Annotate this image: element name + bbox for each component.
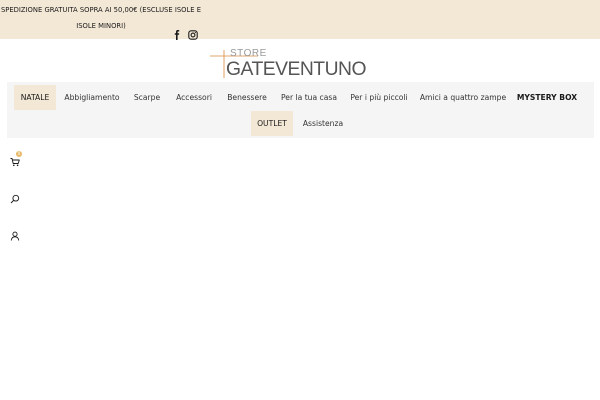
store-logo[interactable]: STORE GATEVENTUNO [208, 44, 368, 80]
nav-item-benessere[interactable]: Benessere [223, 85, 271, 110]
nav-item-mystery-box[interactable]: MYSTERY BOX [516, 85, 578, 110]
account-icon[interactable] [10, 226, 20, 241]
nav-item-per-i-piu-piccoli[interactable]: Per i più piccoli [348, 85, 410, 110]
nav-item-abbigliamento[interactable]: Abbigliamento [62, 85, 122, 110]
nav-item-accessori[interactable]: Accessori [170, 85, 218, 110]
nav-item-outlet[interactable]: OUTLET [251, 111, 293, 136]
nav-item-scarpe[interactable]: Scarpe [129, 85, 165, 110]
instagram-icon[interactable] [188, 25, 198, 40]
nav-item-assistenza[interactable]: Assistenza [300, 111, 346, 136]
facebook-icon[interactable] [172, 25, 182, 40]
logo-main-text: GATEVENTUNO [226, 59, 366, 80]
top-bar: SPEDIZIONE GRATUITA SOPRA AI 50,00€ (ESC… [0, 0, 600, 40]
search-icon[interactable] [10, 189, 20, 204]
nav-item-natale[interactable]: NATALE [14, 85, 56, 110]
cart-count-badge: 0 [16, 151, 22, 157]
main-navigation: NATALE Abbigliamento Scarpe Accessori Be… [7, 82, 594, 138]
social-links [172, 24, 198, 40]
nav-item-amici-a-quattro-zampe[interactable]: Amici a quattro zampe [418, 85, 508, 110]
nav-item-per-la-tua-casa[interactable]: Per la tua casa [277, 85, 341, 110]
logo-small-text: STORE [230, 48, 267, 59]
